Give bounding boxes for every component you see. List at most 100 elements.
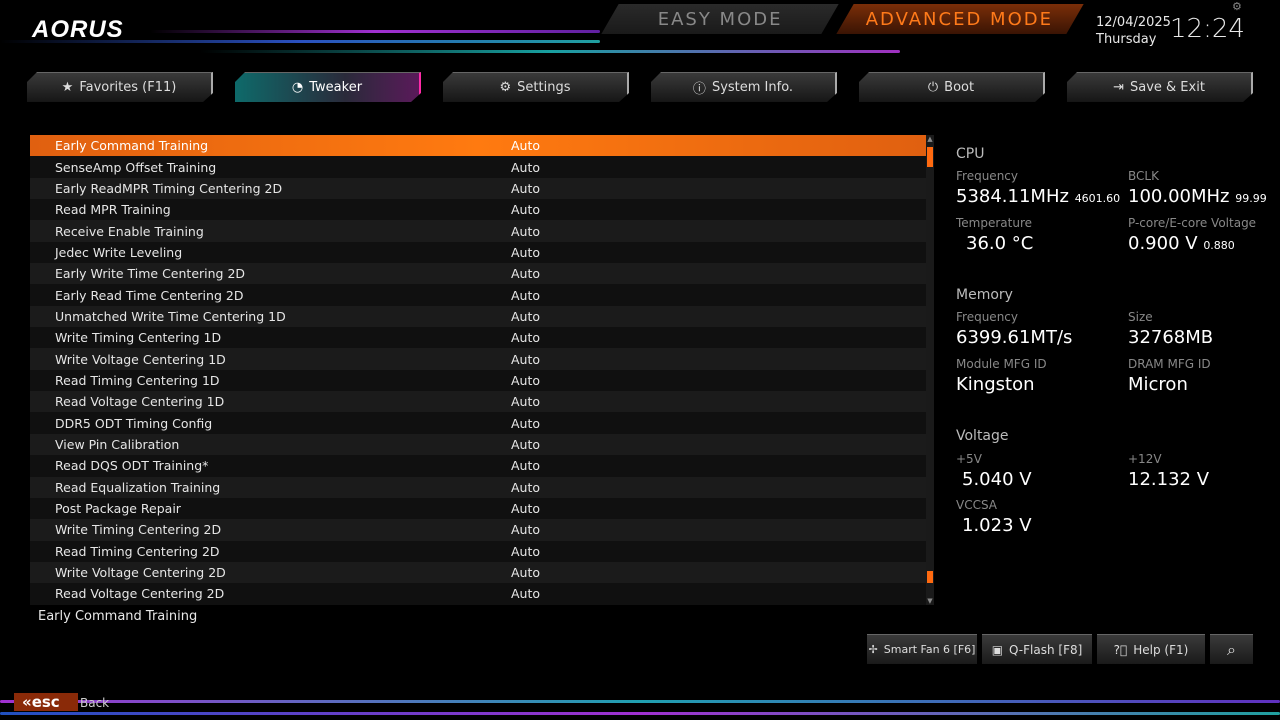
setting-row[interactable]: Post Package Repair Auto — [30, 497, 926, 520]
setting-value[interactable]: Auto — [511, 330, 540, 345]
settings-gear-icon[interactable]: ⚙ — [1232, 0, 1242, 13]
setting-row[interactable]: Write Timing Centering 2D Auto — [30, 519, 926, 541]
easy-mode-label: EASY MODE — [657, 8, 783, 30]
setting-label: Write Voltage Centering 1D — [55, 351, 226, 367]
setting-row[interactable]: Write Timing Centering 1D Auto — [30, 327, 926, 349]
setting-value[interactable]: Auto — [511, 245, 540, 260]
esc-button[interactable]: «esc — [14, 693, 78, 711]
v12-value: 12.132 V — [1128, 469, 1210, 490]
setting-label: Early ReadMPR Timing Centering 2D — [55, 180, 283, 196]
setting-value[interactable]: Auto — [511, 181, 540, 196]
scrollbar-thumb-end — [927, 571, 933, 583]
setting-row[interactable]: Read DQS ODT Training* Auto — [30, 455, 926, 477]
setting-value[interactable]: Auto — [511, 480, 540, 495]
tab-label: Settings — [517, 80, 571, 95]
setting-value[interactable]: Auto — [511, 501, 540, 516]
setting-value[interactable]: Auto — [511, 160, 540, 175]
setting-label: Early Command Training — [55, 138, 209, 154]
core-voltage-label: P-core/E-core Voltage — [1128, 216, 1257, 230]
setting-label: Read Timing Centering 2D — [55, 543, 220, 559]
cpu-title: CPU — [956, 146, 985, 162]
settings-list: Early Command Training Auto SenseAmp Offse… — [30, 135, 926, 605]
setting-value[interactable]: Auto — [511, 458, 540, 473]
setting-label: Write Voltage Centering 2D — [55, 565, 226, 581]
fan-icon: ✢ — [868, 643, 878, 656]
scrollbar-thumb[interactable] — [927, 147, 933, 167]
setting-row[interactable]: Read Voltage Centering 1D Auto — [30, 391, 926, 413]
speedometer-icon: ◔ — [291, 80, 304, 95]
setting-row[interactable]: DDR5 ODT Timing Config Auto — [30, 412, 926, 434]
setting-label: SenseAmp Offset Training — [55, 159, 217, 175]
star-folder-icon: ★ — [61, 80, 74, 95]
tab-favorites[interactable]: ★ Favorites (F11) — [27, 72, 213, 102]
tab-save-exit[interactable]: ⇥ Save & Exit — [1067, 72, 1253, 102]
v5-label: +5V — [956, 452, 982, 466]
setting-value[interactable]: Auto — [511, 309, 540, 324]
setting-value[interactable]: Auto — [511, 352, 540, 367]
scroll-down-icon[interactable]: ▼ — [926, 597, 934, 605]
q-flash-button[interactable]: ▣ Q-Flash [F8] — [982, 634, 1092, 664]
tab-label: Tweaker — [309, 80, 363, 95]
module-mfg-label: Module MFG ID — [956, 357, 1047, 371]
easy-mode-button[interactable]: EASY MODE — [601, 4, 839, 34]
mem-size-value: 32768MB — [1128, 327, 1214, 348]
advanced-mode-button[interactable]: ADVANCED MODE — [836, 4, 1084, 34]
setting-row[interactable]: Receive Enable Training Auto — [30, 220, 926, 242]
search-button[interactable]: ⌕ — [1210, 634, 1253, 664]
setting-row[interactable]: Read MPR Training Auto — [30, 199, 926, 221]
setting-label: Read Voltage Centering 2D — [55, 586, 225, 602]
setting-value[interactable]: Auto — [511, 288, 540, 303]
mem-freq-label: Frequency — [956, 310, 1018, 324]
back-label: Back — [80, 696, 110, 710]
setting-value[interactable]: Auto — [511, 202, 540, 217]
help-description: Early Command Training — [38, 609, 198, 624]
setting-value[interactable]: Auto — [511, 373, 540, 388]
module-mfg-value: Kingston — [956, 374, 1035, 395]
info-icon: ⓘ — [692, 82, 706, 97]
setting-row[interactable]: Read Voltage Centering 2D Auto — [30, 583, 926, 605]
bclk-sub: 99.99 — [1235, 192, 1267, 205]
setting-value[interactable]: Auto — [511, 544, 540, 559]
core-voltage-value: 0.900 V — [1128, 233, 1198, 254]
setting-value[interactable]: Auto — [511, 138, 540, 153]
setting-row[interactable]: View Pin Calibration Auto — [30, 433, 926, 456]
tab-settings[interactable]: ⚙ Settings — [443, 72, 629, 102]
day: Thursday — [1096, 32, 1157, 47]
setting-label: Read MPR Training — [55, 202, 171, 218]
setting-row[interactable]: Read Timing Centering 2D Auto — [30, 540, 926, 562]
setting-row[interactable]: SenseAmp Offset Training Auto — [30, 156, 926, 178]
cpu-freq-sub: 4601.60 — [1074, 192, 1121, 205]
setting-value[interactable]: Auto — [511, 437, 540, 452]
setting-row[interactable]: Write Voltage Centering 2D Auto — [30, 561, 926, 584]
setting-value[interactable]: Auto — [511, 266, 540, 281]
power-icon: ⏻ — [927, 80, 939, 95]
setting-value[interactable]: Auto — [511, 224, 540, 239]
setting-row[interactable]: Read Timing Centering 1D Auto — [30, 369, 926, 392]
setting-label: Read Equalization Training — [55, 479, 221, 495]
search-icon: ⌕ — [1227, 639, 1236, 659]
setting-value[interactable]: Auto — [511, 394, 540, 409]
setting-row[interactable]: Unmatched Write Time Centering 1D Auto — [30, 305, 926, 328]
smart-fan-button[interactable]: ✢ Smart Fan 6 [F6] — [867, 634, 977, 664]
setting-label: View Pin Calibration — [55, 436, 180, 452]
setting-row[interactable]: Early Command Training Auto — [30, 135, 926, 157]
setting-value[interactable]: Auto — [511, 565, 540, 580]
scrollbar[interactable]: ▲ ▼ — [926, 135, 934, 605]
scroll-up-icon[interactable]: ▲ — [926, 135, 934, 143]
cpu-freq-label: Frequency — [956, 169, 1018, 183]
setting-row[interactable]: Early Read Time Centering 2D Auto — [30, 284, 926, 306]
tab-boot[interactable]: ⏻ Boot — [859, 72, 1045, 102]
help-button[interactable]: ?⃝ Help (F1) — [1097, 634, 1205, 664]
setting-row[interactable]: Early ReadMPR Timing Centering 2D Auto — [30, 177, 926, 200]
setting-label: Post Package Repair — [55, 501, 181, 517]
tab-tweaker[interactable]: ◔ Tweaker — [235, 72, 421, 102]
setting-row[interactable]: Write Voltage Centering 1D Auto — [30, 348, 926, 370]
tab-system-info[interactable]: ⓘ System Info. — [651, 72, 837, 102]
setting-value[interactable]: Auto — [511, 416, 540, 431]
setting-row[interactable]: Read Equalization Training Auto — [30, 476, 926, 498]
setting-row[interactable]: Early Write Time Centering 2D Auto — [30, 263, 926, 285]
setting-value[interactable]: Auto — [511, 522, 540, 537]
setting-label: Early Read Time Centering 2D — [55, 287, 244, 303]
setting-row[interactable]: Jedec Write Leveling Auto — [30, 241, 926, 264]
setting-value[interactable]: Auto — [511, 586, 540, 601]
